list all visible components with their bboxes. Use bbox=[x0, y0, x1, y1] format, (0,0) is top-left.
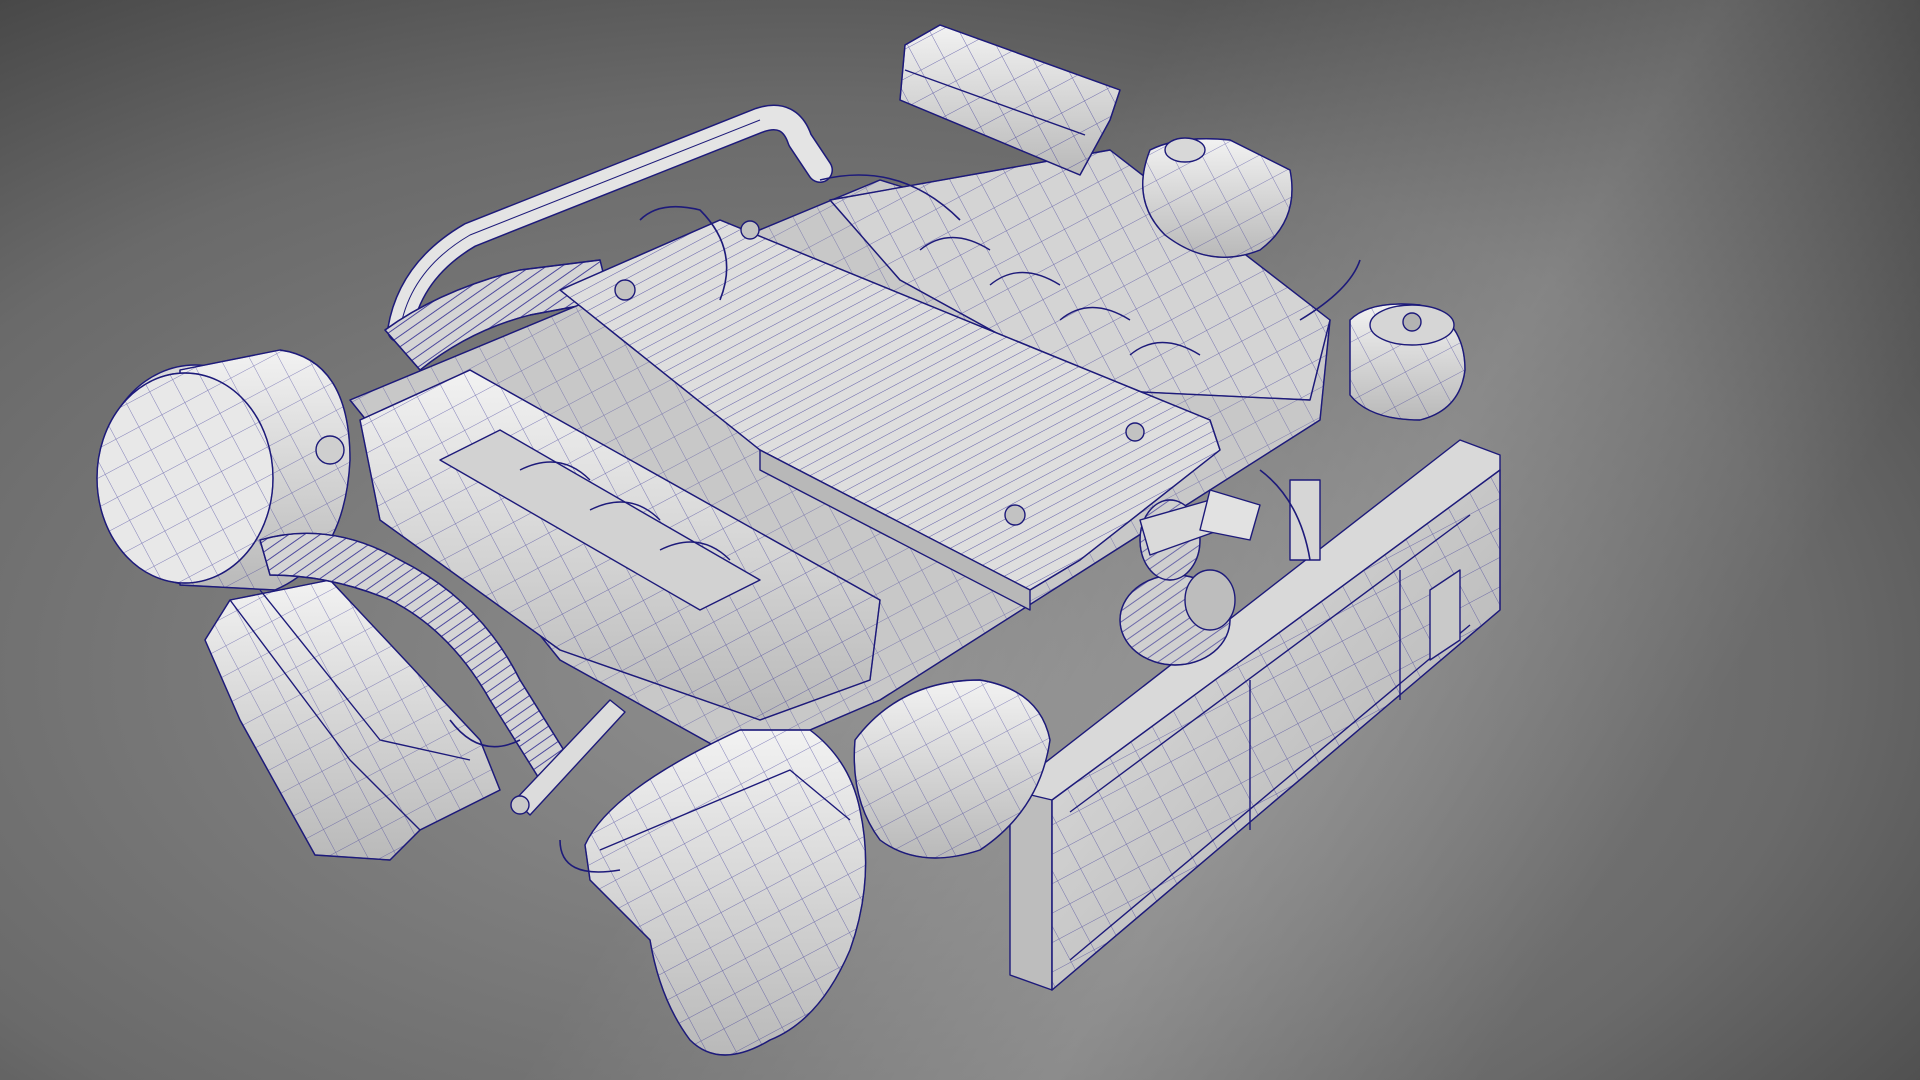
3d-viewport[interactable] bbox=[0, 0, 1920, 1080]
viewport-canvas[interactable] bbox=[0, 0, 1920, 1080]
pulley-hub[interactable] bbox=[1349, 303, 1466, 421]
